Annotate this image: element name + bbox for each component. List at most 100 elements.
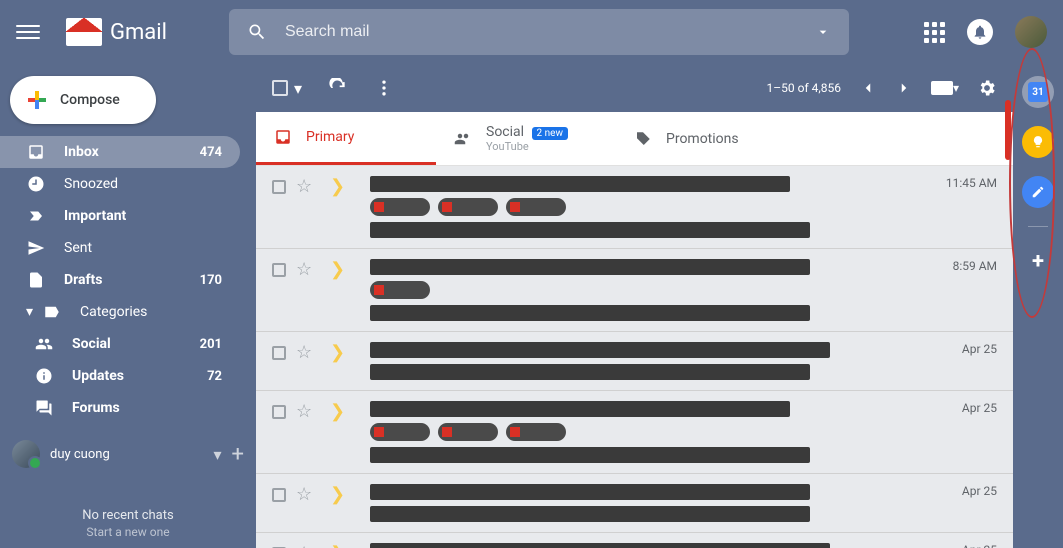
get-addons-icon[interactable]: + — [1022, 245, 1054, 277]
nav-categories[interactable]: ▾ Categories — [0, 296, 240, 328]
redacted-text — [370, 222, 810, 238]
calendar-addon-icon[interactable]: 31 — [1022, 76, 1054, 108]
drafts-icon — [26, 271, 46, 289]
settings-icon[interactable] — [977, 78, 997, 98]
tab-primary[interactable]: Primary — [256, 112, 436, 165]
tab-promotions[interactable]: Promotions — [616, 112, 796, 165]
next-page-icon[interactable] — [895, 79, 913, 97]
nav-inbox[interactable]: Inbox 474 — [0, 136, 240, 168]
google-apps-icon[interactable] — [924, 22, 945, 43]
account-avatar[interactable] — [1015, 16, 1047, 48]
attachment-chip[interactable] — [438, 423, 498, 441]
compose-button[interactable]: Compose — [10, 76, 156, 124]
chevron-down-icon: ▾ — [26, 304, 36, 320]
separator — [1028, 226, 1048, 227]
star-icon[interactable]: ☆ — [296, 176, 312, 197]
attachment-chip[interactable] — [506, 198, 566, 216]
attachment-chip[interactable] — [370, 281, 430, 299]
mail-content: ▾ 1–50 of 4,856 ▾ Primary — [256, 64, 1013, 548]
mail-checkbox[interactable] — [272, 488, 286, 502]
inbox-icon — [274, 128, 292, 146]
new-chat-button[interactable]: + — [232, 442, 244, 467]
gmail-logo[interactable]: Gmail — [66, 18, 167, 46]
nav-forums[interactable]: Forums — [0, 392, 240, 424]
nav-label: Updates — [72, 368, 124, 384]
important-marker-icon[interactable]: ❯ — [330, 259, 346, 280]
mail-list[interactable]: ☆❯11:45 AM☆❯8:59 AM☆❯Apr 25☆❯Apr 25☆❯Apr… — [256, 166, 1013, 548]
search-bar[interactable] — [229, 9, 849, 55]
mail-row[interactable]: ☆❯11:45 AM — [256, 166, 1013, 249]
mail-checkbox[interactable] — [272, 405, 286, 419]
star-icon[interactable]: ☆ — [296, 543, 312, 548]
select-all-checkbox[interactable]: ▾ — [272, 79, 302, 98]
attachment-chip[interactable] — [370, 423, 430, 441]
nav-social[interactable]: Social 201 — [0, 328, 240, 360]
notifications-icon[interactable] — [967, 19, 993, 45]
important-marker-icon[interactable]: ❯ — [330, 342, 346, 363]
chevron-down-icon[interactable]: ▾ — [213, 445, 221, 464]
mail-checkbox[interactable] — [272, 180, 286, 194]
nav-snoozed[interactable]: Snoozed — [0, 168, 240, 200]
important-marker-icon[interactable]: ❯ — [330, 401, 346, 422]
star-icon[interactable]: ☆ — [296, 401, 312, 422]
more-icon[interactable] — [374, 78, 394, 98]
chat-start-link[interactable]: Start a new one — [12, 525, 244, 539]
mail-row[interactable]: ☆ ❯ Apr 25 — [256, 391, 1013, 474]
redacted-text — [370, 506, 810, 522]
nav-important[interactable]: Important — [0, 200, 240, 232]
mail-checkbox[interactable] — [272, 263, 286, 277]
prev-page-icon[interactable] — [859, 79, 877, 97]
search-options-icon[interactable] — [815, 24, 831, 40]
attachment-chip[interactable] — [370, 198, 430, 216]
chat-avatar[interactable] — [12, 440, 40, 468]
important-marker-icon[interactable]: ❯ — [330, 176, 346, 197]
mail-date: Apr 25 — [927, 401, 997, 415]
tasks-addon-icon[interactable] — [1022, 176, 1054, 208]
hamburger-menu-icon[interactable] — [16, 20, 40, 44]
star-icon[interactable]: ☆ — [296, 259, 312, 280]
forum-icon — [34, 399, 54, 417]
info-icon — [34, 367, 54, 385]
redacted-text — [370, 447, 810, 463]
attachment-chip[interactable] — [438, 198, 498, 216]
chevron-down-icon[interactable]: ▾ — [294, 79, 302, 98]
mail-row[interactable]: ☆❯Apr 25 — [256, 332, 1013, 391]
redacted-text — [370, 543, 830, 548]
pagination-range[interactable]: 1–50 of 4,856 — [767, 81, 841, 95]
mail-row[interactable]: ☆ ❯ 8:59 AM — [256, 249, 1013, 332]
sidebar: Compose Inbox 474 Snoozed Important Sent — [0, 64, 256, 548]
gmail-wordmark: Gmail — [110, 20, 167, 45]
nav-sent[interactable]: Sent — [0, 232, 240, 264]
unread-indicator — [1005, 100, 1011, 160]
chat-empty-state: No recent chats Start a new one — [12, 508, 244, 539]
refresh-icon[interactable] — [328, 78, 348, 98]
mail-checkbox[interactable] — [272, 346, 286, 360]
important-marker-icon[interactable]: ❯ — [330, 543, 346, 548]
mail-row[interactable]: ☆ ❯ Apr 25 — [256, 474, 1013, 533]
attachment-chip[interactable] — [506, 423, 566, 441]
important-marker-icon[interactable]: ❯ — [330, 484, 346, 505]
redacted-text — [370, 401, 790, 417]
nav-updates[interactable]: Updates 72 — [0, 360, 240, 392]
chat-user-name[interactable]: duy cuong — [50, 447, 203, 462]
star-icon[interactable]: ☆ — [296, 342, 312, 363]
tab-social[interactable]: Social 2 new YouTube — [436, 112, 616, 165]
nav-count: 474 — [200, 145, 222, 160]
search-input[interactable] — [285, 23, 815, 41]
mail-date: 8:59 AM — [927, 259, 997, 273]
mail-row[interactable]: ☆ ❯ Apr 25 — [256, 533, 1013, 548]
tab-sublabel: YouTube — [486, 140, 568, 153]
category-tabs: Primary Social 2 new YouTube Promotions — [256, 112, 1013, 166]
star-icon[interactable]: ☆ — [296, 484, 312, 505]
search-icon — [247, 22, 267, 42]
input-tools-icon[interactable]: ▾ — [931, 81, 959, 95]
redacted-text — [370, 259, 810, 275]
nav-drafts[interactable]: Drafts 170 — [0, 264, 240, 296]
keep-addon-icon[interactable] — [1022, 126, 1054, 158]
inbox-icon — [26, 143, 46, 161]
tag-icon — [634, 130, 652, 148]
redacted-text — [370, 176, 790, 192]
mail-date: Apr 25 — [927, 484, 997, 498]
important-icon — [26, 207, 46, 225]
mail-date: Apr 25 — [927, 543, 997, 548]
